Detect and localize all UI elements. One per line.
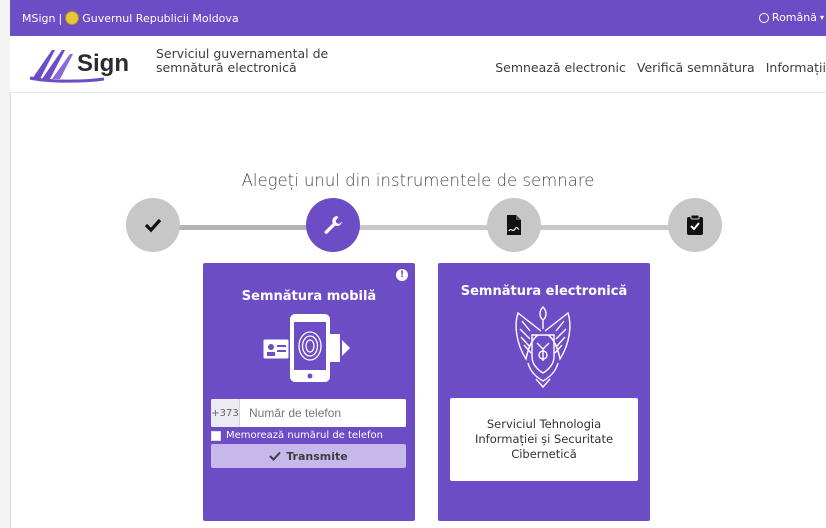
- check-icon: [269, 451, 281, 461]
- submit-button[interactable]: Transmite: [211, 444, 406, 468]
- phone-number-input[interactable]: [240, 399, 406, 427]
- language-label: Română: [771, 11, 817, 24]
- coat-of-arms-icon: [515, 306, 571, 389]
- info-icon[interactable]: !: [396, 269, 408, 281]
- step-1: [126, 198, 180, 252]
- phone-input-group: +373: [211, 399, 406, 427]
- top-bar-left: MSign | Guvernul Republicii Moldova: [22, 11, 239, 25]
- logo-text: Sign: [77, 50, 129, 77]
- main-nav: Semnează electronic Verifică semnătura I…: [495, 60, 826, 75]
- msign-logo[interactable]: Sign: [28, 42, 158, 84]
- brand-link[interactable]: MSign: [22, 12, 55, 25]
- nav-verify-signature[interactable]: Verifică semnătura: [637, 60, 755, 75]
- tagline-line-2: semnătură electronică: [156, 60, 297, 75]
- page-title: Alegeți unul din instrumentele de semnar…: [241, 171, 595, 190]
- provider-option[interactable]: Serviciul Tehnologia Informației și Secu…: [450, 398, 638, 481]
- globe-icon: [758, 12, 769, 23]
- remember-phone-label: Memorează numărul de telefon: [226, 430, 383, 441]
- language-selector[interactable]: Română ▾: [758, 11, 824, 24]
- tagline: Serviciul guvernamental de semnătură ele…: [156, 47, 328, 75]
- nav-information[interactable]: Informații: [766, 60, 826, 75]
- clipboard-check-icon: [687, 214, 703, 235]
- header: Sign Serviciul guvernamental de semnătur…: [10, 36, 826, 93]
- provider-name: Serviciul Tehnologia Informației și Secu…: [474, 417, 614, 461]
- checkbox-box[interactable]: [211, 430, 221, 441]
- top-bar: MSign | Guvernul Republicii Moldova Româ…: [10, 0, 826, 36]
- tagline-line-1: Serviciul guvernamental de: [156, 46, 329, 61]
- mobile-phone-fingerprint-icon: [262, 314, 350, 382]
- government-link[interactable]: Guvernul Republicii Moldova: [82, 12, 238, 25]
- step-4: [668, 198, 722, 252]
- check-icon: [144, 218, 162, 233]
- wrench-icon: [324, 216, 342, 234]
- chevron-down-icon: ▾: [819, 13, 824, 22]
- remember-phone-checkbox[interactable]: Memorează numărul de telefon: [211, 430, 383, 441]
- mobile-signature-card: ! Semnătura mobilă +373 Memorează număru…: [203, 263, 415, 521]
- separator: |: [58, 11, 63, 25]
- government-emblem-icon: [65, 11, 80, 25]
- electronic-signature-card[interactable]: Semnătura electronică Serviciul Tehnolog…: [438, 263, 650, 521]
- document-signature-icon: [507, 215, 521, 235]
- submit-label: Transmite: [286, 449, 348, 463]
- step-2: [306, 198, 360, 252]
- step-3: [487, 198, 541, 252]
- phone-prefix: +373: [211, 399, 240, 427]
- mobile-signature-title: Semnătura mobilă: [241, 289, 377, 304]
- electronic-signature-title: Semnătura electronică: [460, 284, 628, 299]
- nav-sign-electronic[interactable]: Semnează electronic: [495, 60, 626, 75]
